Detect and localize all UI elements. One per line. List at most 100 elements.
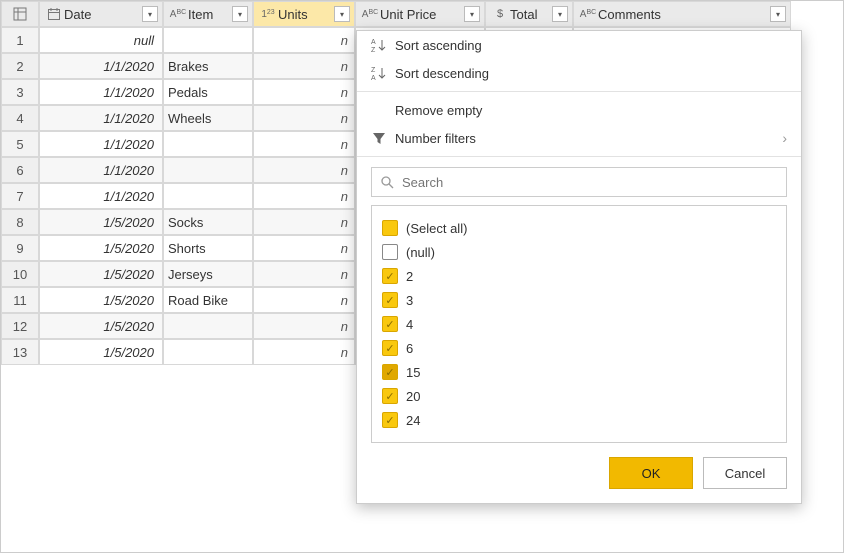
cell-date[interactable]: 1/1/2020 xyxy=(39,131,163,157)
cell-date[interactable]: 1/5/2020 xyxy=(39,313,163,339)
column-label: Date xyxy=(64,7,142,22)
cell-item[interactable]: Road Bike xyxy=(163,287,253,313)
menu-label: Sort descending xyxy=(395,66,489,81)
cell-units[interactable]: n xyxy=(253,209,355,235)
cell-date[interactable]: 1/1/2020 xyxy=(39,183,163,209)
row-number: 12 xyxy=(1,313,39,339)
cell-item[interactable] xyxy=(163,157,253,183)
filter-value[interactable]: 15 xyxy=(382,360,776,384)
cell-units[interactable]: n xyxy=(253,53,355,79)
row-number: 4 xyxy=(1,105,39,131)
cell-item[interactable] xyxy=(163,27,253,53)
cell-item[interactable]: Socks xyxy=(163,209,253,235)
filter-value[interactable]: 3 xyxy=(382,288,776,312)
cancel-button[interactable]: Cancel xyxy=(703,457,787,489)
row-number: 2 xyxy=(1,53,39,79)
filter-dropdown-button[interactable]: ▾ xyxy=(464,6,480,22)
cell-date[interactable]: 1/5/2020 xyxy=(39,261,163,287)
column-header-comments[interactable]: ABC Comments ▾ xyxy=(573,1,791,27)
cell-units[interactable]: n xyxy=(253,105,355,131)
filter-dropdown-button[interactable]: ▾ xyxy=(552,6,568,22)
filter-value-label: 6 xyxy=(406,341,413,356)
search-input[interactable] xyxy=(400,174,778,191)
cell-units[interactable]: n xyxy=(253,79,355,105)
number-filters[interactable]: Number filters › xyxy=(357,124,801,152)
cell-item[interactable]: Jerseys xyxy=(163,261,253,287)
column-label: Unit Price xyxy=(380,7,464,22)
row-number: 10 xyxy=(1,261,39,287)
filter-value-label: (null) xyxy=(406,245,435,260)
row-number: 5 xyxy=(1,131,39,157)
column-label: Units xyxy=(278,7,334,22)
date-type-icon xyxy=(44,7,64,21)
column-header-units[interactable]: 123 Units ▾ xyxy=(253,1,355,27)
column-header-date[interactable]: Date ▾ xyxy=(39,1,163,27)
filter-value[interactable]: 4 xyxy=(382,312,776,336)
menu-label: Remove empty xyxy=(395,103,482,118)
menu-label: Number filters xyxy=(395,131,476,146)
cell-date[interactable]: null xyxy=(39,27,163,53)
filter-value-null[interactable]: (null) xyxy=(382,240,776,264)
cell-item[interactable] xyxy=(163,131,253,157)
filter-value-label: 3 xyxy=(406,293,413,308)
header-row: Date ▾ ABC Item ▾ 123 Units ▾ ABC Unit P… xyxy=(1,1,791,27)
filter-dropdown-button[interactable]: ▾ xyxy=(770,6,786,22)
cell-units[interactable]: n xyxy=(253,261,355,287)
cell-units[interactable]: n xyxy=(253,183,355,209)
cell-item[interactable]: Shorts xyxy=(163,235,253,261)
number-type-icon: 123 xyxy=(258,9,278,20)
column-header-unit-price[interactable]: ABC Unit Price ▾ xyxy=(355,1,485,27)
column-label: Comments xyxy=(598,7,770,22)
svg-text:A: A xyxy=(371,75,376,81)
cell-item[interactable] xyxy=(163,313,253,339)
cell-date[interactable]: 1/5/2020 xyxy=(39,287,163,313)
checkbox-icon xyxy=(382,412,398,428)
column-filter-popup: AZ Sort ascending ZA Sort descending Rem… xyxy=(356,30,802,504)
svg-text:A: A xyxy=(371,39,376,46)
cell-date[interactable]: 1/5/2020 xyxy=(39,235,163,261)
chevron-right-icon: › xyxy=(782,130,787,146)
remove-empty[interactable]: Remove empty xyxy=(357,96,801,124)
ok-button[interactable]: OK xyxy=(609,457,693,489)
cell-units[interactable]: n xyxy=(253,287,355,313)
filter-dropdown-button[interactable]: ▾ xyxy=(232,6,248,22)
cell-date[interactable]: 1/1/2020 xyxy=(39,79,163,105)
filter-value[interactable]: 20 xyxy=(382,384,776,408)
cell-item[interactable]: Pedals xyxy=(163,79,253,105)
cell-units[interactable]: n xyxy=(253,235,355,261)
cell-item[interactable] xyxy=(163,183,253,209)
cell-item[interactable] xyxy=(163,339,253,365)
column-header-item[interactable]: ABC Item ▾ xyxy=(163,1,253,27)
cell-item[interactable]: Brakes xyxy=(163,53,253,79)
sort-desc-icon: ZA xyxy=(371,65,395,81)
checkbox-icon xyxy=(382,316,398,332)
cell-date[interactable]: 1/5/2020 xyxy=(39,209,163,235)
filter-search xyxy=(371,167,787,197)
menu-separator xyxy=(357,91,801,92)
text-type-icon: ABC xyxy=(360,9,380,20)
checkbox-icon xyxy=(382,364,398,380)
filter-value[interactable]: 2 xyxy=(382,264,776,288)
filter-dropdown-button[interactable]: ▾ xyxy=(334,6,350,22)
checkbox-icon xyxy=(382,220,398,236)
sort-ascending[interactable]: AZ Sort ascending xyxy=(357,31,801,59)
cell-date[interactable]: 1/1/2020 xyxy=(39,105,163,131)
cell-item[interactable]: Wheels xyxy=(163,105,253,131)
column-header-total[interactable]: $ Total ▾ xyxy=(485,1,573,27)
cell-units[interactable]: n xyxy=(253,339,355,365)
filter-value[interactable]: 24 xyxy=(382,408,776,432)
sort-descending[interactable]: ZA Sort descending xyxy=(357,59,801,87)
cell-date[interactable]: 1/5/2020 xyxy=(39,339,163,365)
menu-label: Sort ascending xyxy=(395,38,482,53)
cell-units[interactable]: n xyxy=(253,131,355,157)
cell-date[interactable]: 1/1/2020 xyxy=(39,157,163,183)
menu-separator xyxy=(357,156,801,157)
cell-units[interactable]: n xyxy=(253,157,355,183)
filter-select-all[interactable]: (Select all) xyxy=(382,216,776,240)
cell-units[interactable]: n xyxy=(253,27,355,53)
filter-value[interactable]: 6 xyxy=(382,336,776,360)
cell-units[interactable]: n xyxy=(253,313,355,339)
filter-value-label: 20 xyxy=(406,389,420,404)
filter-dropdown-button[interactable]: ▾ xyxy=(142,6,158,22)
cell-date[interactable]: 1/1/2020 xyxy=(39,53,163,79)
